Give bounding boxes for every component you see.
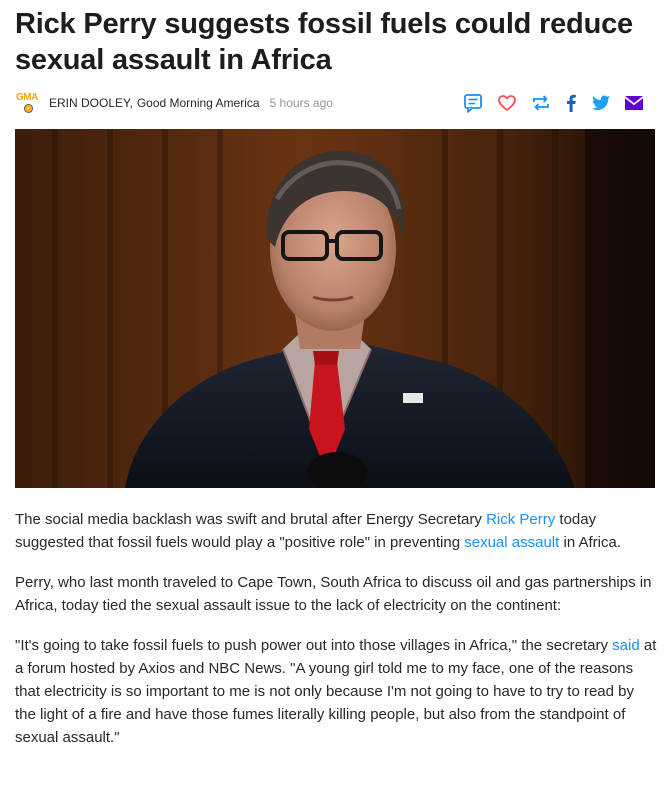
heart-icon[interactable]: [497, 93, 517, 113]
p1-text-1: The social media backlash was swift and …: [15, 511, 487, 528]
retweet-icon[interactable]: [531, 93, 551, 113]
comment-icon[interactable]: [463, 93, 483, 113]
source-name[interactable]: Good Morning America: [137, 96, 260, 110]
p3-text-1: "It's going to take fossil fuels to push…: [15, 637, 613, 654]
hero-photo[interactable]: [15, 129, 655, 488]
gma-logo-text: GMA: [16, 92, 38, 103]
article-paragraph-1: The social media backlash was swift and …: [15, 508, 657, 554]
article-paragraph-2: Perry, who last month traveled to Cape T…: [15, 574, 652, 614]
said-link[interactable]: said: [612, 637, 640, 654]
article-body: The social media backlash was swift and …: [15, 508, 657, 766]
facebook-icon[interactable]: [565, 93, 577, 113]
mail-icon[interactable]: [625, 96, 643, 110]
article-headline: Rick Perry suggests fossil fuels could r…: [15, 8, 633, 76]
gma-logo[interactable]: GMA: [15, 91, 45, 115]
rick-perry-link[interactable]: Rick Perry: [486, 511, 555, 528]
sun-icon: [24, 104, 33, 113]
share-bar: [463, 91, 643, 115]
author-name[interactable]: ERIN DOOLEY,: [49, 96, 133, 110]
p1-text-3: in Africa.: [559, 534, 622, 551]
sexual-assault-link[interactable]: sexual assault: [464, 534, 559, 551]
news-photo-icon: [15, 129, 655, 488]
timestamp: 5 hours ago: [269, 96, 333, 110]
byline: GMA ERIN DOOLEY, Good Morning America 5 …: [15, 91, 655, 115]
twitter-icon[interactable]: [591, 94, 611, 112]
article-paragraph-3: "It's going to take fossil fuels to push…: [15, 634, 657, 749]
